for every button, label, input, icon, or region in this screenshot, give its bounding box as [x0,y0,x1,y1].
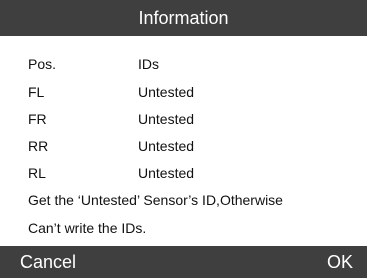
row-id: Untested [138,138,195,154]
row-pos: RL [28,165,46,181]
ok-button[interactable]: OK [327,246,353,278]
row-pos: FL [28,84,45,100]
row-id: Untested [138,84,195,100]
message-line-2: Can’t write the IDs. [28,220,147,236]
row-pos: RR [28,138,49,154]
column-header-pos: Pos. [28,56,57,72]
information-screen: Information Pos. IDs FL Untested FR Unte… [0,0,367,278]
message-line-1: Get the ‘Untested’ Sensor’s ID,Otherwise [28,192,283,208]
row-id: Untested [138,111,195,127]
content-area: Pos. IDs FL Untested FR Untested RR Unte… [0,36,367,246]
column-header-ids: IDs [138,56,159,72]
row-id: Untested [138,165,195,181]
header-bar: Information [0,0,367,36]
row-pos: FR [28,111,47,127]
cancel-button[interactable]: Cancel [20,246,76,278]
footer-bar: Cancel OK [0,246,367,278]
header-title: Information [138,8,229,28]
